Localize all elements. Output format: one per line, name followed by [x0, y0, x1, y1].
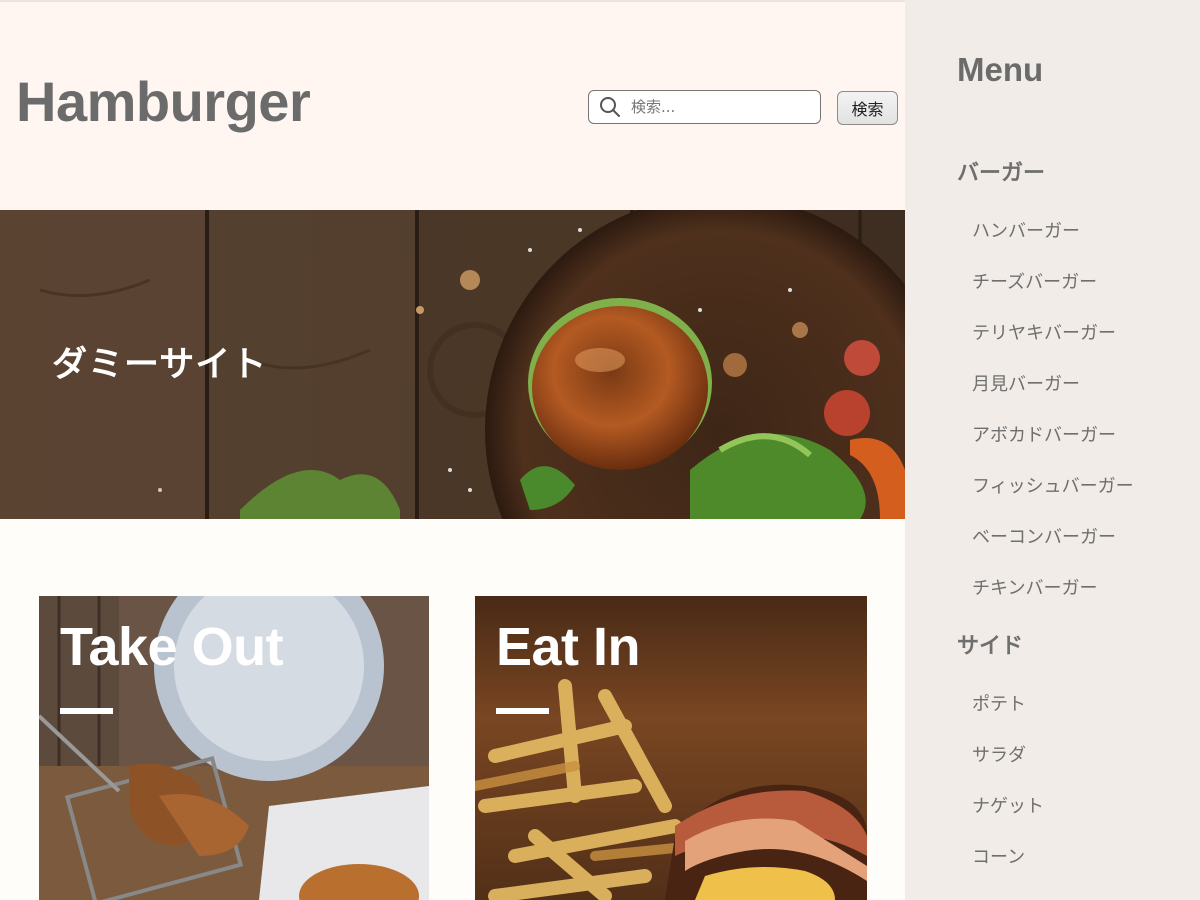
sidebar-menu: Menu バーガー ハンバーガー チーズバーガー テリヤキバーガー 月見バーガー…: [905, 0, 1200, 900]
menu-item-cheeseburger[interactable]: チーズバーガー: [972, 271, 1097, 295]
site-title[interactable]: Hamburger: [16, 72, 311, 132]
search-input[interactable]: [631, 95, 811, 119]
eatin-card[interactable]: Eat In: [475, 596, 867, 900]
menu-title: Menu: [957, 51, 1044, 88]
menu-item-salad[interactable]: サラダ: [972, 744, 1026, 768]
menu-item-bacon-burger[interactable]: ベーコンバーガー: [972, 526, 1116, 550]
page: Hamburger 検索... 検索 ダミーサイト Take Out Eat I…: [0, 0, 1200, 900]
menu-item-tsukimi-burger[interactable]: 月見バーガー: [972, 373, 1080, 397]
menu-category-sides[interactable]: サイド: [957, 633, 1023, 661]
hero-text: ダミーサイト: [52, 345, 268, 385]
menu-category-burgers[interactable]: バーガー: [957, 160, 1045, 188]
search-icon: [600, 97, 620, 117]
menu-item-potato[interactable]: ポテト: [972, 693, 1026, 717]
search-button[interactable]: 検索: [837, 91, 898, 125]
takeout-card[interactable]: Take Out: [39, 596, 429, 900]
takeout-underline: [60, 708, 113, 714]
menu-item-corn[interactable]: コーン: [972, 846, 1025, 870]
menu-item-hamburger[interactable]: ハンバーガー: [972, 220, 1080, 244]
menu-item-avocado-burger[interactable]: アボカドバーガー: [972, 424, 1116, 448]
site-header: Hamburger 検索: [0, 2, 905, 210]
eatin-title: Eat In: [496, 617, 641, 677]
takeout-title: Take Out: [60, 617, 284, 677]
menu-item-chicken-burger[interactable]: チキンバーガー: [972, 577, 1097, 601]
eatin-underline: [496, 708, 549, 714]
menu-item-nugget[interactable]: ナゲット: [972, 795, 1044, 819]
search-box[interactable]: [588, 90, 821, 124]
menu-item-fish-burger[interactable]: フィッシュバーガー: [972, 475, 1134, 499]
menu-item-teriyaki-burger[interactable]: テリヤキバーガー: [972, 322, 1116, 346]
